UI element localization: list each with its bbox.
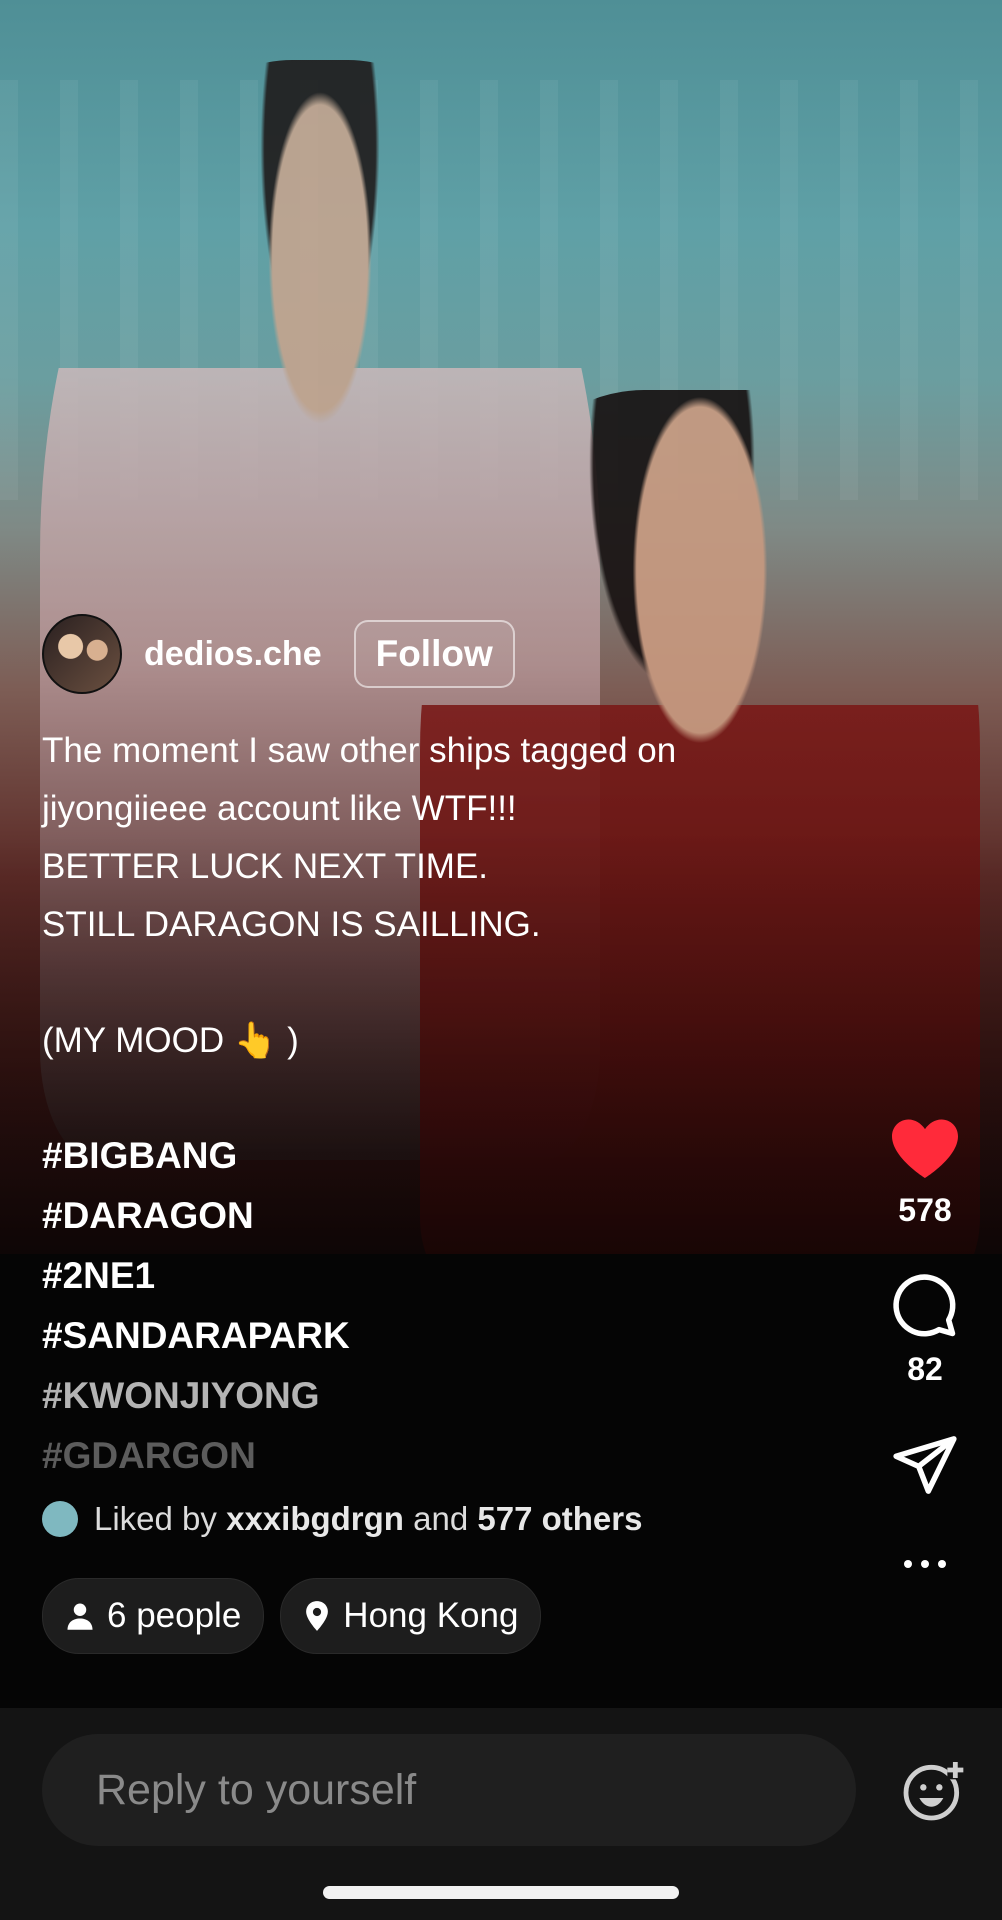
post-caption[interactable]: The moment I saw other ships tagged on j… [42, 722, 862, 1070]
liked-by[interactable]: Liked by xxxibgdrgn and 577 others [42, 1500, 642, 1538]
caption-line: jiyongiieee account like WTF!!! [42, 789, 517, 828]
hashtag[interactable]: #BIGBANG [42, 1126, 350, 1186]
tagged-people-label: 6 people [107, 1596, 242, 1635]
follow-button[interactable]: Follow [353, 620, 515, 688]
more-action [870, 1558, 980, 1570]
caption-line: STILL DARAGON IS SAILLING. [42, 905, 541, 944]
hashtag[interactable]: #KWONJIYONG [42, 1366, 350, 1426]
more-icon[interactable] [902, 1558, 948, 1570]
caption-line: BETTER LUCK NEXT TIME. [42, 847, 489, 886]
hashtag[interactable]: #DARAGON [42, 1186, 350, 1246]
comment-action: 82 [870, 1273, 980, 1388]
author-avatar[interactable] [42, 614, 122, 694]
like-count: 578 [898, 1192, 952, 1228]
liked-by-user[interactable]: xxxibgdrgn [226, 1500, 404, 1538]
caption-line: The moment I saw other ships tagged on [42, 731, 677, 770]
location-chip[interactable]: Hong Kong [280, 1578, 542, 1654]
home-indicator[interactable] [323, 1886, 679, 1899]
share-action [870, 1434, 980, 1496]
hashtag[interactable]: #SANDARAPARK [42, 1306, 350, 1366]
share-icon[interactable] [892, 1434, 958, 1496]
author-username[interactable]: dedios.che [144, 635, 322, 674]
hashtag[interactable]: #2NE1 [42, 1246, 350, 1306]
caption-line [42, 954, 862, 1012]
person-icon [67, 1603, 93, 1630]
action-rail: 578 82 [870, 1116, 980, 1570]
caption-line: (MY MOOD 👆 ) [42, 1021, 299, 1060]
heart-icon[interactable] [889, 1116, 961, 1180]
liked-by-others[interactable]: 577 others [477, 1500, 642, 1538]
liked-by-middle: and [413, 1500, 469, 1537]
comment-count: 82 [907, 1351, 943, 1387]
post-author: dedios.che Follow [42, 614, 515, 694]
liked-by-prefix: Liked by [94, 1500, 217, 1537]
hashtag-list: #BIGBANG #DARAGON #2NE1 #SANDARAPARK #KW… [42, 1126, 350, 1470]
location-label: Hong Kong [343, 1596, 519, 1635]
add-reaction-emoji-icon[interactable] [902, 1758, 966, 1822]
comment-icon[interactable] [892, 1273, 958, 1339]
reply-input[interactable]: Reply to yourself [42, 1734, 856, 1846]
post-chips: 6 people Hong Kong [42, 1578, 557, 1654]
location-pin-icon [306, 1601, 329, 1631]
liker-avatar [42, 1501, 78, 1537]
tagged-people-chip[interactable]: 6 people [42, 1578, 265, 1654]
hashtag[interactable]: #GDARGON [42, 1426, 350, 1470]
like-action: 578 [870, 1116, 980, 1229]
